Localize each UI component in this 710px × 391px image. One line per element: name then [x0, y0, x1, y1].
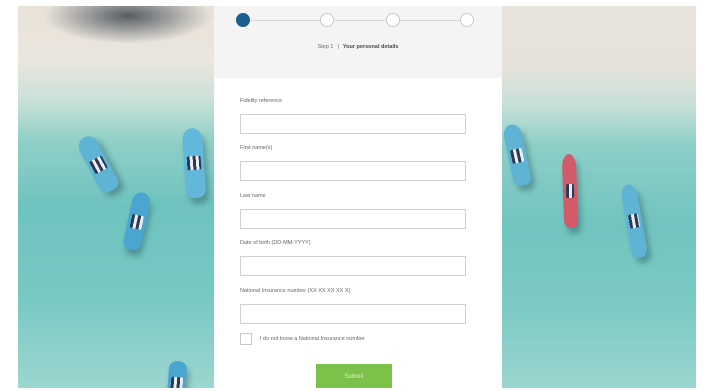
background-photo-right — [502, 6, 696, 388]
fidelity-reference-input[interactable] — [240, 114, 466, 134]
no-ni-number-checkbox[interactable] — [240, 333, 252, 345]
date-of-birth-input[interactable] — [240, 256, 466, 276]
stepper-line — [250, 20, 320, 21]
boat-image — [561, 153, 579, 229]
last-name-input[interactable] — [240, 209, 466, 229]
fidelity-reference-label: Fidelity reference — [240, 98, 283, 104]
first-names-label: First name(s) — [240, 145, 273, 151]
date-of-birth-label: Date of birth (DD-MM-YYYY) — [240, 240, 311, 246]
national-insurance-label: National Insurance number (XX XX XX XX X… — [240, 288, 351, 294]
stepper-line — [334, 20, 386, 21]
step-name: Your personal details — [342, 44, 399, 50]
stepper-line — [400, 20, 460, 21]
form-card: Step 1 | Your personal details Fidelity re… — [214, 6, 502, 388]
progress-stepper — [236, 13, 474, 29]
step-title: Step 1 | Your personal details — [214, 44, 502, 50]
step-number: Step 1 — [317, 44, 334, 50]
step-separator: | — [337, 44, 339, 50]
first-names-input[interactable] — [240, 161, 466, 181]
submit-button[interactable]: Submit — [316, 364, 392, 388]
card-header: Step 1 | Your personal details — [214, 6, 502, 78]
national-insurance-input[interactable] — [240, 304, 466, 324]
no-ni-number-label[interactable]: I do not know a National Insurance numbe… — [260, 336, 365, 342]
page-frame: Step 1 | Your personal details Fidelity re… — [18, 6, 696, 388]
boat-image — [166, 360, 188, 388]
step-indicator-1 — [236, 13, 250, 27]
last-name-label: Last name — [240, 193, 266, 199]
step-indicator-3 — [386, 13, 400, 27]
step-indicator-4 — [460, 13, 474, 27]
step-indicator-2 — [320, 13, 334, 27]
